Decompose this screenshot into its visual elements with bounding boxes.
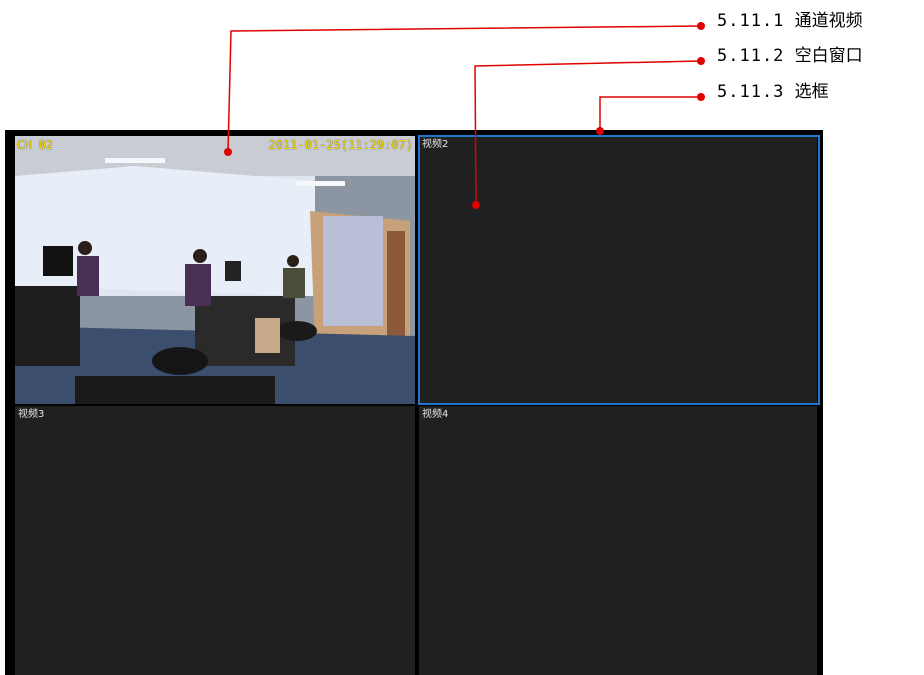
osd-timestamp: 2011-01-25(11:29:07) [268, 138, 414, 152]
video-pane-3[interactable]: 视频3 [15, 406, 415, 675]
empty-window-pane[interactable]: 视频2 [419, 136, 817, 404]
callout-number: 5.11.1 [717, 11, 785, 31]
leader-dot-3-end [697, 93, 705, 101]
video-pane-4[interactable]: 视频4 [419, 406, 817, 675]
pane-label: 视频4 [422, 409, 449, 420]
leader-dot-2-end [697, 57, 705, 65]
osd-channel: CH 02 [17, 138, 54, 152]
callout-selection-frame: 5.11.3 选框 [717, 82, 829, 102]
callout-label: 通道视频 [794, 11, 863, 31]
callout-label: 选框 [794, 82, 829, 102]
pane-label: 视频3 [18, 409, 45, 420]
channel-video-pane[interactable]: CH 02 2011-01-25(11:29:07) [15, 136, 415, 404]
leader-line-3 [599, 96, 700, 131]
pane-label: 视频2 [422, 139, 449, 150]
callout-number: 5.11.2 [717, 46, 785, 66]
callout-number: 5.11.3 [717, 82, 785, 102]
callout-empty-window: 5.11.2 空白窗口 [717, 46, 863, 66]
leader-dot-1-end [697, 22, 705, 30]
callout-channel-video: 5.11.1 通道视频 [717, 11, 863, 31]
camera-frame [15, 136, 415, 404]
video-grid: CH 02 2011-01-25(11:29:07) 视频2 视频3 视频4 [5, 130, 823, 675]
callout-label: 空白窗口 [794, 46, 863, 66]
